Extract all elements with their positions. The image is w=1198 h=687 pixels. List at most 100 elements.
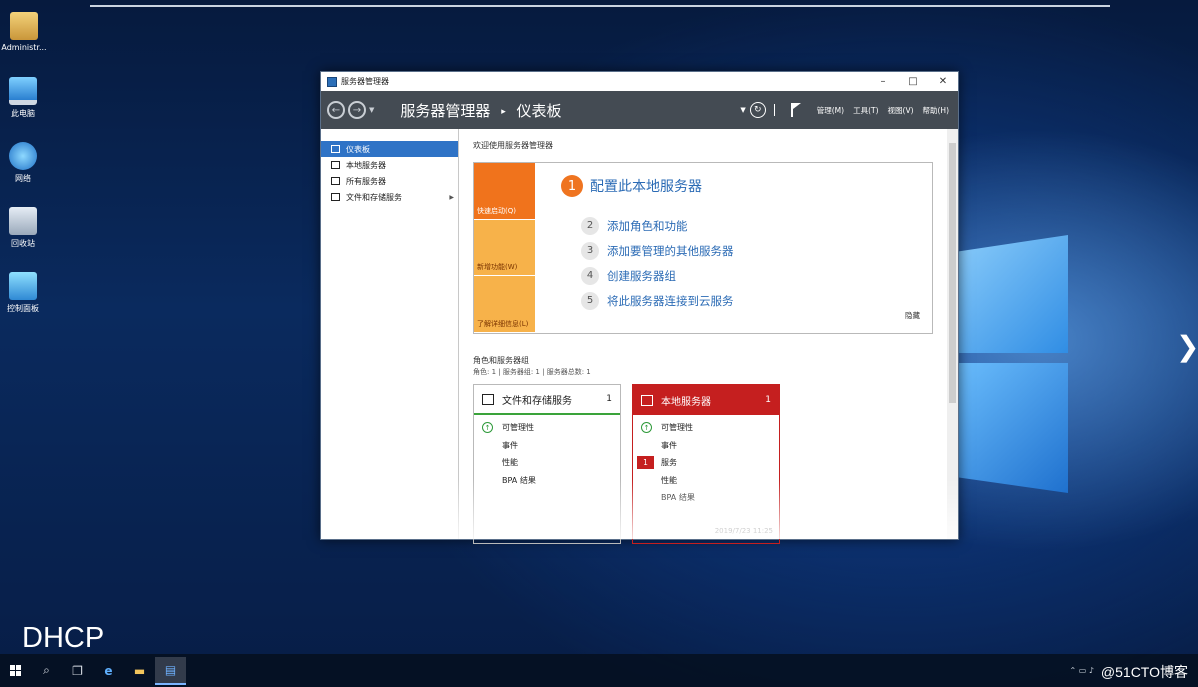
row-label: 性能 xyxy=(502,458,518,468)
row-label: 可管理性 xyxy=(661,423,693,433)
row-label: 事件 xyxy=(661,440,677,450)
breadcrumb-separator-icon: ▸ xyxy=(501,106,506,117)
scroll-thumb[interactable] xyxy=(949,143,956,403)
screen-top-line xyxy=(90,5,1110,7)
storage-icon xyxy=(482,393,494,405)
role-card-file-storage[interactable]: 文件和存储服务 1 ↑ 可管理性 事件 性能 BPA 结果 xyxy=(473,384,621,544)
card-row-events[interactable]: 事件 xyxy=(633,437,779,455)
sidebar-item-label: 仪表板 xyxy=(346,144,370,154)
server-manager-taskbar-icon[interactable]: ▤ xyxy=(155,656,186,685)
notifications-flag-icon[interactable] xyxy=(790,103,803,117)
step-label: 添加角色和功能 xyxy=(607,218,688,233)
hide-link[interactable]: 隐藏 xyxy=(905,310,920,321)
row-label: 服务 xyxy=(661,458,677,468)
desktop-icon-label: 此电脑 xyxy=(11,109,35,118)
step-label: 配置此本地服务器 xyxy=(590,179,702,195)
step-add-servers[interactable]: 3 添加要管理的其他服务器 xyxy=(581,238,932,263)
sidebar-item-label: 文件和存储服务 xyxy=(346,192,402,202)
step-add-roles[interactable]: 2 添加角色和功能 xyxy=(581,213,932,238)
card-row-bpa[interactable]: BPA 结果 xyxy=(474,472,620,490)
dashboard-content: 欢迎使用服务器管理器 快速启动(Q) 新增功能(W) 了解详细信息(L) 1 配… xyxy=(459,129,958,544)
desktop-icon-administrator[interactable]: Administr... xyxy=(0,12,52,52)
back-button[interactable]: ← xyxy=(327,101,345,119)
chevron-down-icon[interactable]: ▼ xyxy=(740,106,745,114)
row-label: BPA 结果 xyxy=(502,475,536,485)
card-row-manageability[interactable]: ↑ 可管理性 xyxy=(633,419,779,437)
menu-help[interactable]: 帮助(H) xyxy=(923,105,950,116)
sidebar-item-all-servers[interactable]: 所有服务器 xyxy=(321,173,458,189)
tile-whats-new[interactable]: 新增功能(W) xyxy=(474,219,535,277)
sidebar-item-file-storage[interactable]: 文件和存储服务 ▶ xyxy=(321,189,458,205)
desktop-icon-this-pc[interactable]: 此电脑 xyxy=(0,77,51,119)
desktop-icon-recycle-bin[interactable]: 回收站 xyxy=(0,207,51,249)
forward-button[interactable]: → xyxy=(348,101,366,119)
step-number: 2 xyxy=(581,216,599,235)
card-row-performance[interactable]: 性能 xyxy=(474,454,620,472)
divider xyxy=(773,104,775,116)
search-icon[interactable]: ⌕ xyxy=(31,657,62,685)
step-number: 5 xyxy=(581,291,599,310)
card-count: 1 xyxy=(765,395,771,405)
server-manager-icon xyxy=(327,76,337,87)
chevron-right-icon[interactable]: ▶ xyxy=(449,194,454,201)
sidebar-item-local-server[interactable]: 本地服务器 xyxy=(321,157,458,173)
breadcrumb: 服务器管理器 ▸ 仪表板 xyxy=(400,100,740,121)
row-label: BPA 结果 xyxy=(661,493,695,503)
sidebar-item-dashboard[interactable]: 仪表板 xyxy=(321,141,458,157)
history-dropdown-icon[interactable]: ▼ xyxy=(369,106,374,114)
close-button[interactable]: ✕ xyxy=(928,76,958,87)
step-create-server-group[interactable]: 4 创建服务器组 xyxy=(581,263,932,288)
control-panel-icon xyxy=(9,272,37,300)
card-row-performance[interactable]: 性能 xyxy=(633,472,779,490)
tile-quick-start[interactable]: 快速启动(Q) xyxy=(474,163,535,220)
role-card-local-server[interactable]: 本地服务器 1 ↑ 可管理性 事件 1 服务 性能 BPA 结果 2019/7/… xyxy=(632,384,780,544)
chevron-right-icon[interactable]: ❯ xyxy=(1176,330,1198,363)
menu-view[interactable]: 视图(V) xyxy=(888,105,914,116)
watermark: @51CTO博客 xyxy=(1100,664,1188,680)
tile-learn-more[interactable]: 了解详细信息(L) xyxy=(474,276,535,334)
card-row-services[interactable]: 1 服务 xyxy=(633,454,779,472)
system-tray-icons[interactable]: ⌃ ▭ ♪ xyxy=(1070,666,1094,675)
card-title: 文件和存储服务 xyxy=(502,395,572,407)
maximize-button[interactable]: □ xyxy=(898,76,928,87)
taskbar: ⌕ ❐ e ▬ ▤ ⌃ ▭ ♪ xyxy=(0,654,1198,687)
internet-explorer-icon[interactable]: e xyxy=(93,657,124,685)
ok-arrow-icon: ↑ xyxy=(482,422,493,434)
roles-summary: 角色: 1 | 服务器组: 1 | 服务器总数: 1 xyxy=(473,368,591,376)
step-label: 添加要管理的其他服务器 xyxy=(607,243,734,258)
storage-icon xyxy=(331,193,340,201)
start-button[interactable] xyxy=(0,657,31,685)
sidebar: 仪表板 本地服务器 所有服务器 文件和存储服务 ▶ xyxy=(321,129,459,539)
step-label: 创建服务器组 xyxy=(607,268,676,283)
step-label: 将此服务器连接到云服务 xyxy=(607,293,734,308)
step-number: 4 xyxy=(581,266,599,285)
welcome-panel: 快速启动(Q) 新增功能(W) 了解详细信息(L) 1 配置此本地服务器 2 添… xyxy=(473,162,933,334)
refresh-icon[interactable]: ↻ xyxy=(749,102,766,118)
desktop-icon-network[interactable]: 网络 xyxy=(0,142,51,184)
card-row-events[interactable]: 事件 xyxy=(474,437,620,455)
computer-icon xyxy=(9,77,37,105)
menu-manage[interactable]: 管理(M) xyxy=(817,105,844,116)
card-timestamp: 2019/7/23 11:25 xyxy=(714,527,773,535)
dashboard-icon xyxy=(331,145,340,153)
step-configure-local-server[interactable]: 1 配置此本地服务器 xyxy=(561,175,932,197)
user-folder-icon xyxy=(10,12,38,40)
vertical-scrollbar[interactable] xyxy=(947,129,958,539)
file-explorer-icon[interactable]: ▬ xyxy=(124,657,155,685)
minimize-button[interactable]: – xyxy=(868,76,898,87)
server-manager-window: 服务器管理器 – □ ✕ ← → ▼ 服务器管理器 ▸ 仪表板 ▼ ↻ 管理(M… xyxy=(320,71,959,544)
server-icon xyxy=(641,394,653,406)
task-view-icon[interactable]: ❐ xyxy=(62,657,93,685)
breadcrumb-root[interactable]: 服务器管理器 xyxy=(400,102,490,120)
menu-tools[interactable]: 工具(T) xyxy=(853,105,878,116)
step-connect-cloud[interactable]: 5 将此服务器连接到云服务 xyxy=(581,288,932,313)
step-number: 3 xyxy=(581,241,599,260)
navigation-bar: ← → ▼ 服务器管理器 ▸ 仪表板 ▼ ↻ 管理(M) 工具(T) 视图(V)… xyxy=(321,91,958,129)
desktop-icon-control-panel[interactable]: 控制面板 xyxy=(0,272,51,314)
card-row-manageability[interactable]: ↑ 可管理性 xyxy=(474,419,620,437)
card-row-bpa[interactable]: BPA 结果 xyxy=(633,489,779,507)
desktop-icon-label: Administr... xyxy=(1,43,47,52)
card-count: 1 xyxy=(606,394,612,404)
title-bar[interactable]: 服务器管理器 – □ ✕ xyxy=(321,72,958,91)
row-label: 事件 xyxy=(502,440,518,450)
